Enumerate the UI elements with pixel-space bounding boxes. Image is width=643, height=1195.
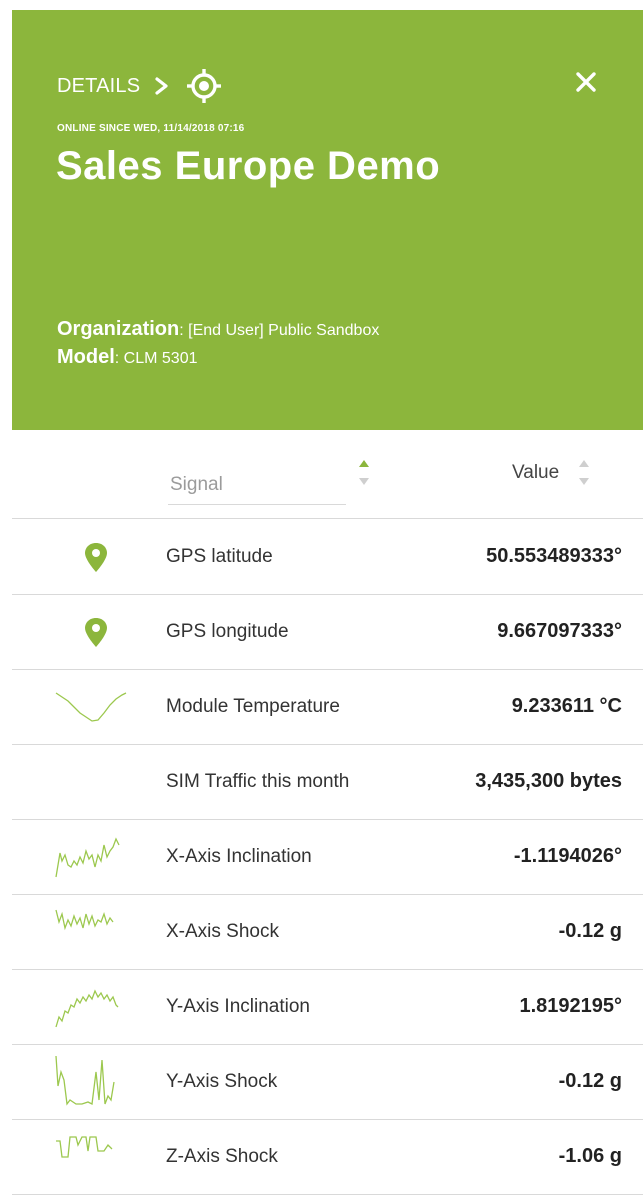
signal-value: 1.8192195°	[519, 995, 622, 1017]
breadcrumb-details-link[interactable]: DETAILS	[57, 75, 140, 98]
sparkline-icon	[55, 692, 127, 722]
map-pin-icon	[85, 618, 107, 647]
model-label: Model	[57, 346, 115, 368]
signal-name: Y-Axis Inclination	[166, 996, 310, 1017]
table-row[interactable]: GPS longitude 9.667097333°	[12, 594, 643, 670]
signal-name: Y-Axis Shock	[166, 1071, 278, 1092]
value-column-header[interactable]: Value	[512, 462, 559, 484]
model-value: : CLM 5301	[114, 350, 198, 367]
close-icon[interactable]	[572, 68, 600, 96]
signal-value: -1.06 g	[558, 1145, 622, 1167]
chevron-right-icon	[155, 77, 168, 95]
device-header: DETAILS ONLINE SINCE WED, 11/14/2018 07:…	[12, 10, 643, 430]
sparkline-icon	[55, 989, 119, 1028]
table-row[interactable]: Y-Axis Inclination 1.8192195°	[12, 969, 643, 1045]
signal-name: GPS longitude	[166, 621, 289, 642]
sparkline-icon	[55, 837, 120, 878]
sort-value-icon[interactable]	[578, 458, 590, 488]
sort-signal-icon[interactable]	[358, 458, 370, 488]
signal-name: X-Axis Shock	[166, 921, 279, 942]
table-row[interactable]: GPS latitude 50.553489333°	[12, 519, 643, 595]
table-header: Value	[12, 430, 643, 519]
organization-line: Organization: [End User] Public Sandbox	[57, 318, 379, 341]
breadcrumb: DETAILS	[57, 68, 222, 104]
signal-name: SIM Traffic this month	[166, 771, 350, 792]
page-title: Sales Europe Demo	[56, 144, 441, 188]
signal-value: 50.553489333°	[486, 545, 622, 567]
organization-label: Organization	[57, 318, 180, 340]
table-row[interactable]: Y-Axis Shock -0.12 g	[12, 1044, 643, 1120]
sparkline-icon	[55, 1055, 115, 1106]
table-row[interactable]: Z-Axis Shock -1.06 g	[12, 1119, 643, 1195]
table-row[interactable]: X-Axis Inclination -1.1194026°	[12, 819, 643, 895]
signal-value: -0.12 g	[558, 1070, 622, 1092]
model-line: Model: CLM 5301	[57, 346, 198, 369]
signal-name: GPS latitude	[166, 546, 273, 567]
signal-name: X-Axis Inclination	[166, 846, 312, 867]
signal-name: Module Temperature	[166, 696, 340, 717]
organization-value: : [End User] Public Sandbox	[179, 322, 380, 339]
signal-value: -1.1194026°	[513, 845, 622, 867]
signal-value: 9.233611 °C	[511, 695, 622, 717]
table-row[interactable]: X-Axis Shock -0.12 g	[12, 894, 643, 970]
online-since-text: ONLINE SINCE WED, 11/14/2018 07:16	[57, 123, 245, 134]
table-row[interactable]: Module Temperature 9.233611 °C	[12, 669, 643, 745]
signal-filter	[168, 470, 346, 505]
table-row[interactable]: SIM Traffic this month 3,435,300 bytes	[12, 744, 643, 820]
signal-value: 9.667097333°	[497, 620, 622, 642]
signal-filter-input[interactable]	[168, 470, 340, 496]
signal-name: Z-Axis Shock	[166, 1146, 278, 1167]
map-pin-icon	[85, 543, 107, 572]
signal-value: -0.12 g	[558, 920, 622, 942]
locate-target-icon[interactable]	[186, 68, 222, 104]
signal-value: 3,435,300 bytes	[475, 770, 622, 792]
sparkline-icon	[55, 909, 114, 931]
sparkline-icon	[56, 1136, 113, 1158]
